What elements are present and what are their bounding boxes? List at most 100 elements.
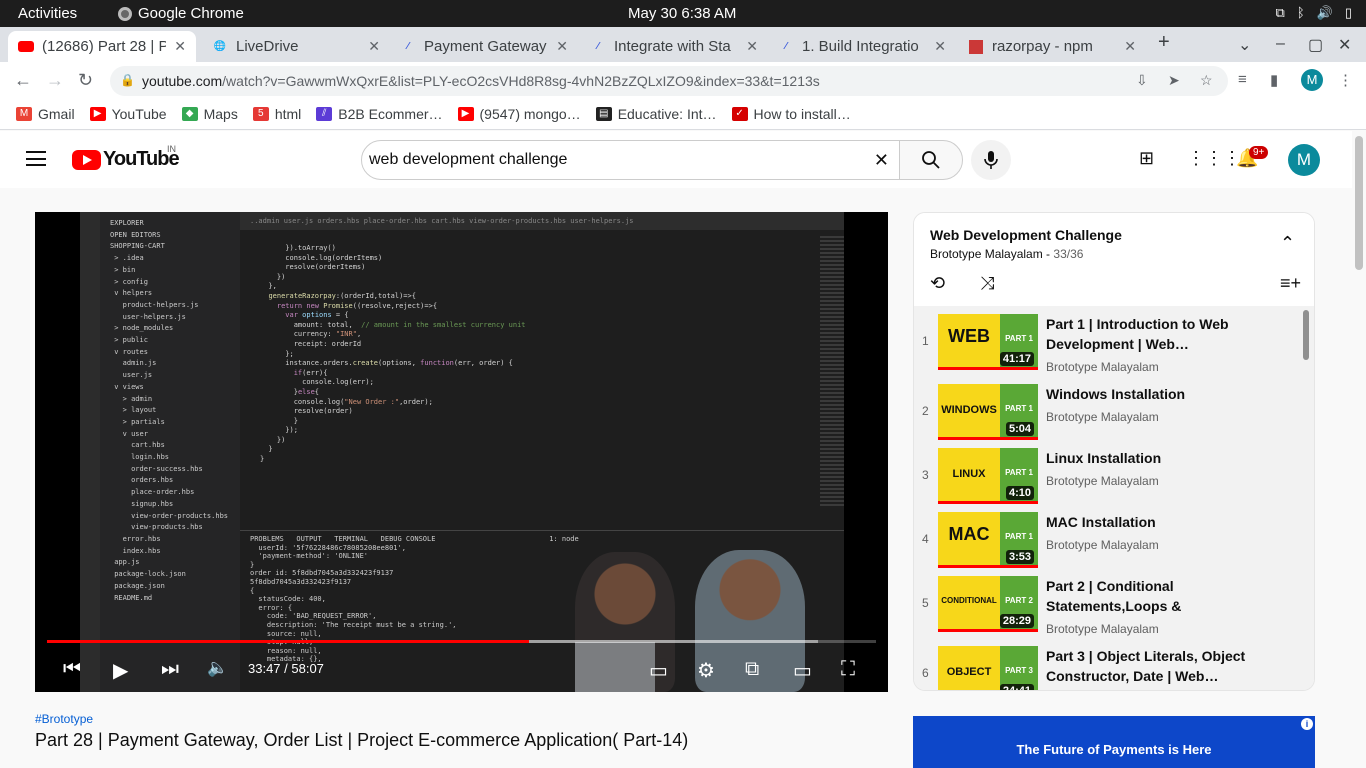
- ad-banner[interactable]: The Future of Payments is Here i: [913, 716, 1315, 768]
- close-icon[interactable]: ✕: [1124, 38, 1136, 55]
- bookmark-star-icon[interactable]: ☆: [1200, 72, 1213, 89]
- forward-icon[interactable]: →: [46, 70, 64, 91]
- tab-razorpay-npm[interactable]: razorpay - npm ✕: [958, 31, 1146, 62]
- share-icon[interactable]: ➤: [1168, 72, 1180, 89]
- bookmark-youtube[interactable]: ▶ YouTube: [89, 106, 167, 122]
- voice-search-button[interactable]: [971, 140, 1011, 180]
- tab-livedrive[interactable]: 🌐 LiveDrive ✕: [202, 31, 390, 62]
- tab-title: razorpay - npm: [992, 38, 1093, 55]
- clear-search-icon[interactable]: ✕: [874, 150, 889, 171]
- loop-icon[interactable]: ⟲: [930, 273, 945, 294]
- url-path: /watch?v=GawwmWxQxrE&list=PLY-ecO2csVHd8…: [222, 73, 820, 89]
- bookmark-b2b[interactable]: ⫽ B2B Ecommer…: [316, 106, 443, 122]
- thumbnail-text: MAC: [938, 512, 1000, 568]
- media-icon[interactable]: ≡: [1238, 71, 1247, 88]
- menu-icon[interactable]: ⋮: [1338, 71, 1353, 89]
- miniplayer-icon[interactable]: ⧉: [745, 658, 759, 681]
- close-icon[interactable]: ✕: [174, 38, 186, 55]
- create-video-icon[interactable]: ⊞: [1139, 148, 1154, 169]
- close-icon[interactable]: ✕: [556, 38, 568, 55]
- bookmark-label: (9547) mongo…: [479, 105, 581, 122]
- bookmark-maps[interactable]: ◆ Maps: [181, 106, 238, 122]
- next-icon[interactable]: ⏭: [161, 658, 179, 681]
- playlist-title[interactable]: Web Development Challenge: [930, 227, 1298, 243]
- new-tab-button[interactable]: +: [1158, 31, 1170, 54]
- app-menu[interactable]: Google Chrome: [118, 5, 244, 22]
- item-title: Part 1 | Introduction to Web Development…: [1046, 316, 1229, 352]
- video-thumbnail[interactable]: CONDITIONAL PART 2 28:29: [938, 576, 1038, 632]
- playlist-item[interactable]: 2 WINDOWS PART 1 5:04 Windows Installation Br…: [914, 380, 1300, 444]
- tab-title: Integrate with Sta: [614, 38, 731, 55]
- video-thumbnail[interactable]: OBJECT PART 3 24:41: [938, 646, 1038, 690]
- scrollbar-thumb[interactable]: [1355, 136, 1363, 270]
- system-tray[interactable]: ⧉ ᛒ 🔊 ▯: [1276, 5, 1352, 21]
- minimize-icon[interactable]: –: [1276, 35, 1285, 53]
- address-bar[interactable]: 🔒 youtube.com/watch?v=GawwmWxQxrE&list=P…: [110, 66, 1228, 96]
- collapse-chevron-icon[interactable]: ⌃: [1280, 233, 1295, 254]
- video-duration: 3:53: [1005, 550, 1034, 564]
- activities-button[interactable]: Activities: [18, 5, 77, 22]
- previous-icon[interactable]: ⏮: [63, 658, 81, 681]
- app-name: Google Chrome: [138, 5, 244, 22]
- side-panel-icon[interactable]: ▮: [1270, 71, 1278, 89]
- page-scrollbar[interactable]: [1352, 131, 1366, 768]
- profile-avatar[interactable]: M: [1301, 69, 1323, 91]
- subtitles-icon[interactable]: ▭: [649, 658, 668, 683]
- fullscreen-icon[interactable]: ⛶: [841, 658, 855, 681]
- search-icon: [922, 151, 940, 169]
- video-thumbnail[interactable]: LINUX PART 1 4:10: [938, 448, 1038, 504]
- youtube-logo[interactable]: YouTube IN: [72, 144, 180, 171]
- playlist-count: 33/36: [1053, 247, 1084, 261]
- video-hashtag[interactable]: #Brototype: [35, 712, 93, 726]
- search-input[interactable]: web development challenge ✕: [361, 140, 900, 180]
- playlist-add-icon[interactable]: ≡+: [1280, 273, 1301, 294]
- progress-bar[interactable]: [47, 640, 876, 643]
- tab-title: 1. Build Integratio: [802, 38, 919, 55]
- theater-mode-icon[interactable]: ▭: [793, 658, 812, 683]
- tab-search-icon[interactable]: ⌄: [1238, 35, 1251, 55]
- lock-icon[interactable]: 🔒: [120, 73, 135, 87]
- clock[interactable]: May 30 6:38 AM: [628, 5, 736, 22]
- playlist-item[interactable]: 5 CONDITIONAL PART 2 28:29 Part 2 | Conditio…: [914, 572, 1300, 636]
- tab-youtube[interactable]: (12686) Part 28 | Pa ✕: [8, 31, 196, 62]
- volume-icon: 🔊: [1316, 5, 1333, 20]
- video-player[interactable]: EXPLORER OPEN EDITORS SHOPPING-CART > .i…: [35, 212, 888, 692]
- tab-build-integration[interactable]: ⁄ 1. Build Integratio ✕: [768, 31, 956, 62]
- playlist-channel[interactable]: Brototype Malayalam: [930, 247, 1043, 261]
- shuffle-icon[interactable]: ⤨: [980, 273, 994, 294]
- settings-gear-icon[interactable]: ⚙: [697, 658, 715, 683]
- video-thumbnail[interactable]: WEB PART 1 41:17: [938, 314, 1038, 370]
- close-window-icon[interactable]: ✕: [1338, 35, 1351, 55]
- hamburger-menu-icon[interactable]: [26, 151, 46, 166]
- back-icon[interactable]: ←: [14, 70, 32, 91]
- video-thumbnail[interactable]: MAC PART 1 3:53: [938, 512, 1038, 568]
- bookmark-educative[interactable]: ▤ Educative: Int…: [595, 106, 717, 122]
- video-duration: 24:41: [999, 684, 1034, 690]
- bookmark-html[interactable]: 5 html: [252, 106, 301, 122]
- tab-integrate-stripe[interactable]: ⁄ Integrate with Sta ✕: [580, 31, 768, 62]
- close-icon[interactable]: ✕: [934, 38, 946, 55]
- install-icon[interactable]: ⇩: [1136, 72, 1148, 89]
- video-thumbnail[interactable]: WINDOWS PART 1 5:04: [938, 384, 1038, 440]
- close-icon[interactable]: ✕: [368, 38, 380, 55]
- bookmark-mongo[interactable]: ▶ (9547) mongo…: [457, 105, 581, 122]
- volume-icon[interactable]: 🔈: [207, 658, 228, 678]
- playlist-item[interactable]: 3 LINUX PART 1 4:10 Linux Installation Brotot…: [914, 444, 1300, 508]
- close-icon[interactable]: ✕: [746, 38, 758, 55]
- tab-payment-gateway[interactable]: ⁄ Payment Gateway ✕: [390, 31, 578, 62]
- apps-grid-icon[interactable]: ⋮⋮⋮: [1187, 148, 1241, 169]
- play-icon[interactable]: ▶: [113, 658, 128, 683]
- account-avatar[interactable]: M: [1288, 144, 1320, 176]
- ad-info-icon[interactable]: i: [1301, 718, 1313, 730]
- playlist-scrollbar[interactable]: [1303, 310, 1309, 360]
- playlist-item[interactable]: 4 MAC PART 1 3:53 MAC Installation Brototype …: [914, 508, 1300, 572]
- bookmark-gmail[interactable]: M Gmail: [16, 106, 75, 122]
- playlist-item[interactable]: 1 WEB PART 1 41:17 Part 1 | Introduction to …: [914, 310, 1300, 374]
- item-index: 6: [922, 666, 929, 680]
- playlist-item[interactable]: 6 OBJECT PART 3 24:41 Part 3 | Object Litera…: [914, 642, 1300, 690]
- search-button[interactable]: [899, 140, 963, 180]
- bookmark-how-to-install[interactable]: ✓ How to install…: [731, 106, 851, 122]
- maximize-icon[interactable]: ▢: [1308, 35, 1323, 55]
- reload-icon[interactable]: ↻: [78, 70, 93, 91]
- microphone-icon: [984, 151, 998, 169]
